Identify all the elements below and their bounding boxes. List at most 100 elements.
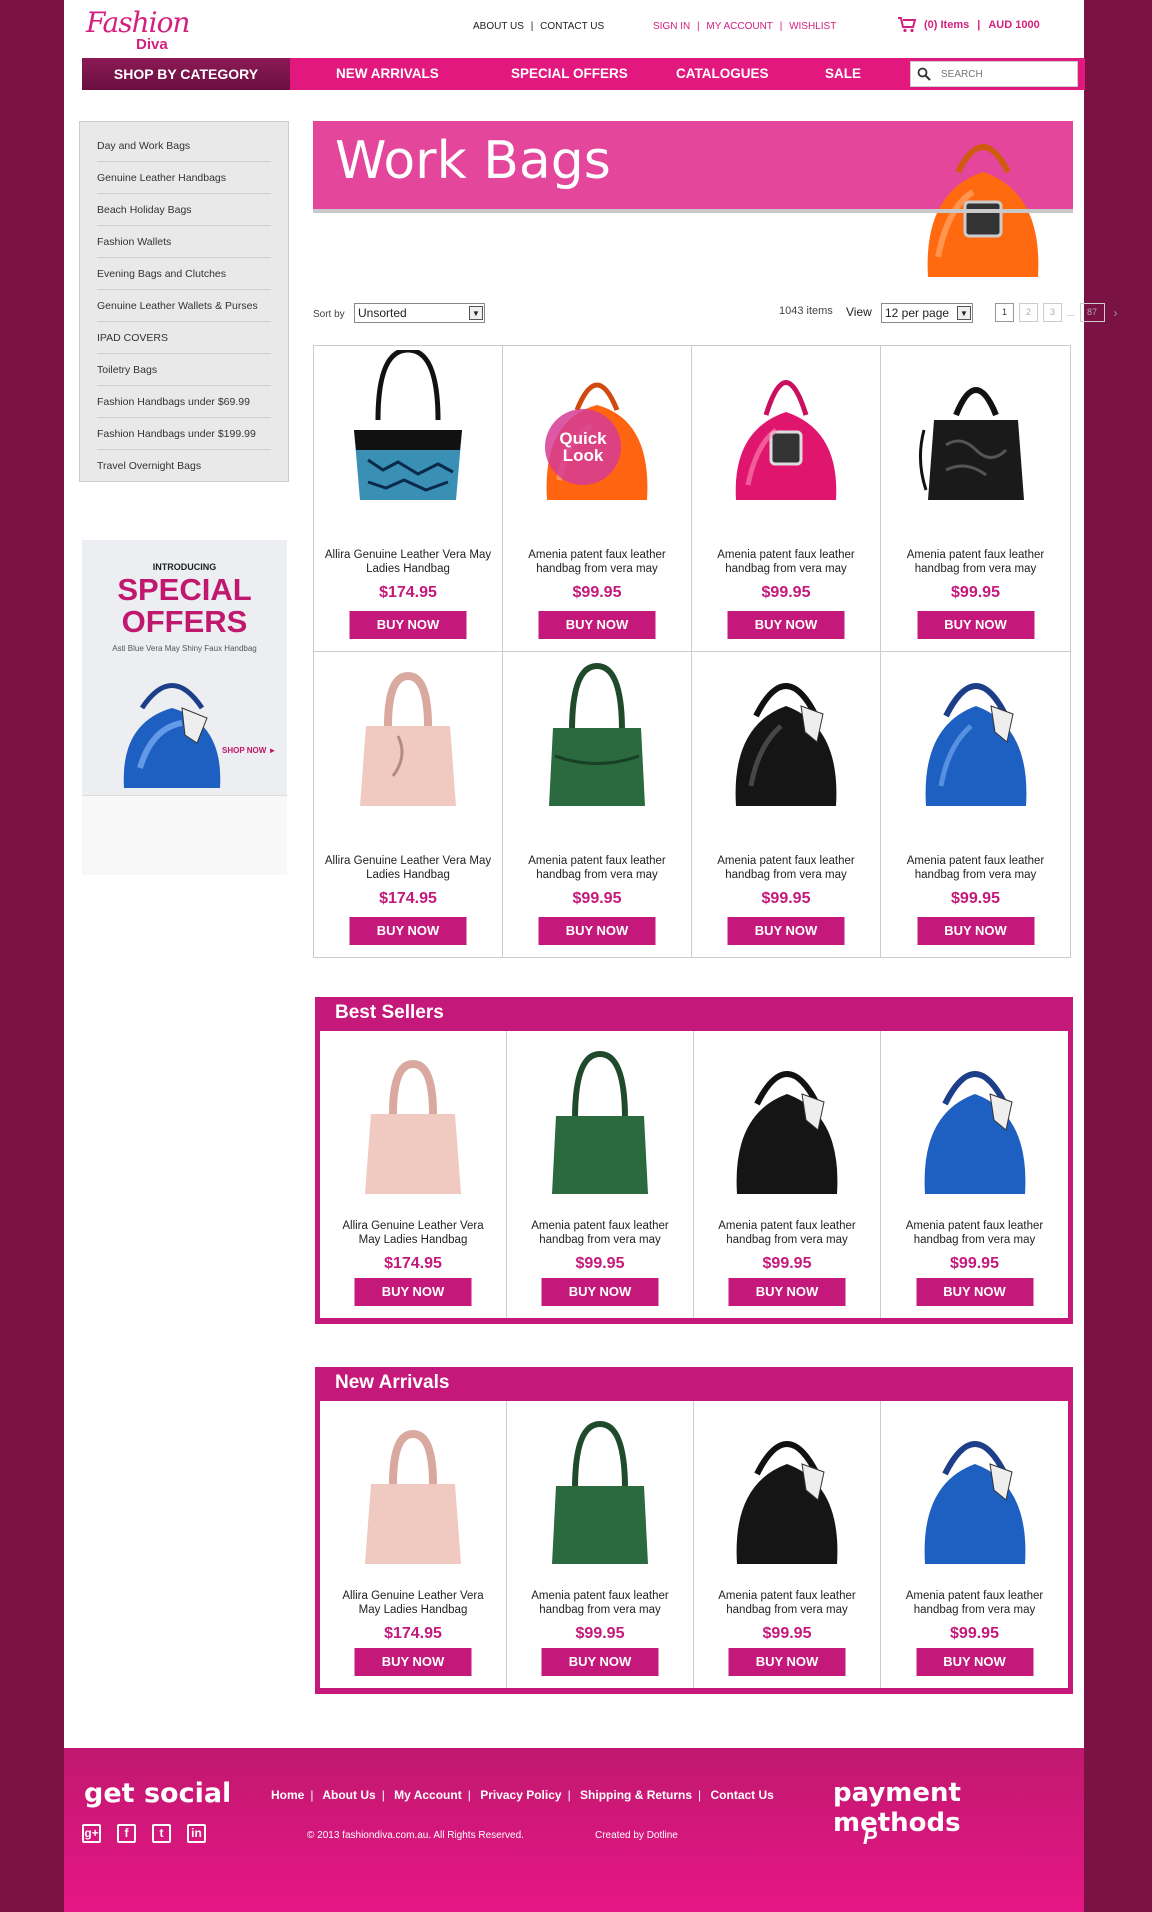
designer-credit[interactable]: Created by Dotline	[595, 1830, 678, 1841]
product-image[interactable]	[881, 350, 1070, 510]
sidebar-item-under-199[interactable]: Fashion Handbags under $199.99	[97, 418, 271, 450]
product-image[interactable]	[314, 656, 502, 816]
wishlist-link[interactable]: WISHLIST	[789, 21, 836, 32]
page-link-2[interactable]: 2	[1019, 303, 1038, 322]
sidebar-item-leather-wallets-purses[interactable]: Genuine Leather Wallets & Purses	[97, 290, 271, 322]
product-image[interactable]	[881, 656, 1070, 816]
product-name[interactable]: Amenia patent faux leather handbag from …	[891, 1589, 1058, 1617]
product-image[interactable]	[881, 1409, 1068, 1579]
linkedin-icon[interactable]: in	[187, 1824, 206, 1843]
footer-link-about[interactable]: About Us	[322, 1788, 375, 1802]
product-image[interactable]	[881, 1039, 1068, 1209]
product-card[interactable]: Allira Genuine Leather Vera May Ladies H…	[314, 346, 503, 652]
product-name[interactable]: Allira Genuine Leather Vera May Ladies H…	[324, 854, 492, 882]
footer-link-home[interactable]: Home	[271, 1788, 304, 1802]
product-name[interactable]: Amenia patent faux leather handbag from …	[702, 854, 870, 882]
product-name[interactable]: Allira Genuine Leather Vera May Ladies H…	[324, 548, 492, 576]
buy-now-button[interactable]: BUY NOW	[916, 1278, 1033, 1306]
product-image[interactable]	[503, 656, 691, 816]
product-name[interactable]: Amenia patent faux leather handbag from …	[891, 1219, 1058, 1247]
product-name[interactable]: Allira Genuine Leather Vera May Ladies H…	[330, 1589, 496, 1617]
product-image[interactable]	[314, 350, 502, 510]
buy-now-button[interactable]: BUY NOW	[727, 611, 845, 639]
shop-now-link[interactable]: SHOP NOW ►	[222, 746, 276, 755]
buy-now-button[interactable]: BUY NOW	[916, 1648, 1033, 1676]
product-image[interactable]	[692, 656, 880, 816]
sidebar-item-evening-bags[interactable]: Evening Bags and Clutches	[97, 258, 271, 290]
product-image[interactable]	[507, 1409, 693, 1579]
buy-now-button[interactable]: BUY NOW	[354, 1648, 472, 1676]
product-image[interactable]	[320, 1409, 506, 1579]
product-card[interactable]: Amenia patent faux leather handbag from …	[881, 1031, 1068, 1318]
search-icon[interactable]	[917, 67, 931, 81]
nav-new-arrivals[interactable]: NEW ARRIVALS	[336, 66, 439, 81]
nav-sale[interactable]: SALE	[825, 66, 861, 81]
buy-now-button[interactable]: BUY NOW	[727, 916, 845, 945]
sidebar-item-toiletry-bags[interactable]: Toiletry Bags	[97, 354, 271, 386]
nav-catalogues[interactable]: CATALOGUES	[676, 66, 769, 81]
product-card[interactable]: Amenia patent faux leather handbag from …	[694, 1031, 881, 1318]
sidebar-item-day-work-bags[interactable]: Day and Work Bags	[97, 130, 271, 162]
buy-now-button[interactable]: BUY NOW	[349, 611, 467, 639]
product-name[interactable]: Amenia patent faux leather handbag from …	[891, 854, 1060, 882]
buy-now-button[interactable]: BUY NOW	[541, 1278, 659, 1306]
search-input[interactable]	[941, 68, 1061, 80]
product-image[interactable]	[694, 1409, 880, 1579]
product-name[interactable]: Amenia patent faux leather handbag from …	[704, 1219, 870, 1247]
buy-now-button[interactable]: BUY NOW	[917, 611, 1034, 639]
sidebar-item-under-69[interactable]: Fashion Handbags under $69.99	[97, 386, 271, 418]
product-card[interactable]: Amenia patent faux leather handbag from …	[881, 346, 1070, 652]
next-page-icon[interactable]: ›	[1114, 306, 1118, 320]
footer-link-account[interactable]: My Account	[394, 1788, 462, 1802]
product-card[interactable]: Amenia patent faux leather handbag from …	[881, 1401, 1068, 1688]
footer-link-privacy[interactable]: Privacy Policy	[480, 1788, 561, 1802]
page-link-last[interactable]: 87	[1079, 303, 1105, 322]
cart-summary[interactable]: (0) Items | AUD 1000	[898, 17, 1040, 33]
sidebar-item-beach-holiday-bags[interactable]: Beach Holiday Bags	[97, 194, 271, 226]
page-link-1[interactable]: 1	[995, 303, 1014, 322]
buy-now-button[interactable]: BUY NOW	[354, 1278, 472, 1306]
sort-select[interactable]: Unsorted ▼	[354, 303, 485, 323]
product-name[interactable]: Amenia patent faux leather handbag from …	[517, 1589, 683, 1617]
about-us-link[interactable]: ABOUT US	[473, 21, 524, 32]
footer-link-contact[interactable]: Contact Us	[711, 1788, 774, 1802]
product-card[interactable]: Amenia patent faux leather handbag from …	[507, 1401, 694, 1688]
per-page-select[interactable]: 12 per page ▼	[881, 303, 973, 323]
product-image[interactable]	[692, 350, 880, 510]
my-account-link[interactable]: MY ACCOUNT	[706, 21, 773, 32]
quick-look-button[interactable]: Quick Look	[545, 409, 621, 485]
footer-link-shipping[interactable]: Shipping & Returns	[580, 1788, 692, 1802]
buy-now-button[interactable]: BUY NOW	[917, 916, 1034, 945]
buy-now-button[interactable]: BUY NOW	[349, 916, 467, 945]
product-card[interactable]: Allira Genuine Leather Vera May Ladies H…	[320, 1031, 507, 1318]
sign-in-link[interactable]: SIGN IN	[653, 21, 690, 32]
facebook-icon[interactable]: f	[117, 1824, 136, 1843]
sidebar-item-fashion-wallets[interactable]: Fashion Wallets	[97, 226, 271, 258]
product-name[interactable]: Amenia patent faux leather handbag from …	[513, 854, 681, 882]
product-card[interactable]: Allira Genuine Leather Vera May Ladies H…	[314, 651, 503, 957]
product-image[interactable]	[694, 1039, 880, 1209]
product-name[interactable]: Amenia patent faux leather handbag from …	[704, 1589, 870, 1617]
site-logo[interactable]: Fashion Diva	[86, 8, 206, 54]
product-card[interactable]: Amenia patent faux leather handbag from …	[692, 346, 881, 652]
buy-now-button[interactable]: BUY NOW	[728, 1648, 846, 1676]
product-card[interactable]: Quick Look Amenia patent faux leather ha…	[503, 346, 692, 652]
product-card[interactable]: Amenia patent faux leather handbag from …	[881, 652, 1070, 958]
shop-by-category-button[interactable]: SHOP BY CATEGORY	[82, 58, 290, 90]
special-offers-promo[interactable]: INTRODUCING SPECIAL OFFERS Asti Blue Ver…	[82, 540, 287, 875]
product-image[interactable]	[507, 1039, 693, 1209]
nav-special-offers[interactable]: SPECIAL OFFERS	[511, 66, 628, 81]
page-link-3[interactable]: 3	[1043, 303, 1062, 322]
product-name[interactable]: Allira Genuine Leather Vera May Ladies H…	[330, 1219, 496, 1247]
buy-now-button[interactable]: BUY NOW	[538, 611, 656, 639]
product-card[interactable]: Amenia patent faux leather handbag from …	[503, 651, 692, 957]
sidebar-item-travel-overnight[interactable]: Travel Overnight Bags	[97, 450, 271, 482]
buy-now-button[interactable]: BUY NOW	[728, 1278, 846, 1306]
twitter-icon[interactable]: t	[152, 1824, 171, 1843]
product-name[interactable]: Amenia patent faux leather handbag from …	[517, 1219, 683, 1247]
product-card[interactable]: Amenia patent faux leather handbag from …	[694, 1401, 881, 1688]
buy-now-button[interactable]: BUY NOW	[538, 916, 656, 945]
sidebar-item-genuine-leather-handbags[interactable]: Genuine Leather Handbags	[97, 162, 271, 194]
product-name[interactable]: Amenia patent faux leather handbag from …	[891, 548, 1060, 576]
buy-now-button[interactable]: BUY NOW	[541, 1648, 659, 1676]
